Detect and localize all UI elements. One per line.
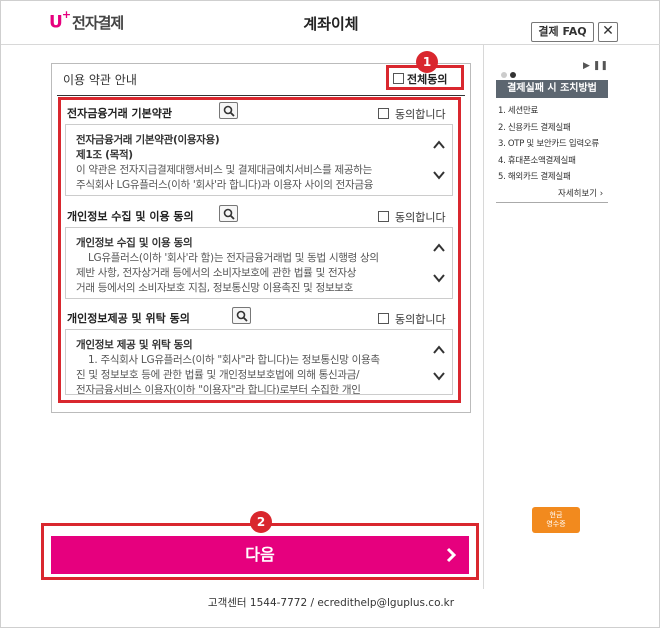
carousel-dot-active[interactable] [510, 72, 516, 78]
agree-label: 동의합니다 [395, 211, 446, 224]
content-line: 거래 등에서의 소비자보호 지침, 정보통신망 이용촉진 및 정보보호 [76, 282, 354, 294]
content-line: 주식회사 LG유플러스(이하 '회사'라 합니다)과 이용자 사이의 전자금융 [76, 179, 374, 191]
close-button[interactable]: ✕ [598, 22, 618, 42]
all-agree-checkbox[interactable]: 전체동의 [393, 71, 447, 87]
checkbox-icon[interactable] [378, 108, 389, 119]
terms-content-electronic-finance[interactable]: 전자금융거래 기본약관(이용자용) 제1조 (목적) 이 약관은 전자지급결제대… [65, 124, 453, 196]
view-terms-button[interactable] [232, 307, 251, 324]
term-title-electronic-finance: 전자금융거래 기본약관 [67, 107, 173, 120]
checkbox-icon[interactable] [378, 211, 389, 222]
step-badge-1: 1 [416, 51, 438, 73]
receipt-label: 영수증 [546, 520, 566, 528]
payment-window: U+ 전자결제 계좌이체 결제 FAQ ✕ 이용 약관 안내 1 전체동의 전자금… [0, 0, 660, 628]
content-line: 이 약관은 전자지급결제대행서비스 및 결제대금예치서비스를 제공하는 [76, 164, 372, 176]
content-line: 개인정보 제공 및 위탁 동의 [76, 339, 193, 351]
sidebar-item[interactable]: 1. 세션만료 [498, 103, 599, 120]
agree-checkbox-electronic-finance[interactable]: 동의합니다 [378, 106, 446, 122]
scroll-down-icon[interactable] [432, 370, 446, 382]
sidebar-item[interactable]: 2. 신용카드 결제실패 [498, 120, 599, 137]
view-terms-button[interactable] [219, 102, 238, 119]
sidebar-item[interactable]: 3. OTP 및 보안카드 입력오류 [498, 136, 599, 153]
content-line: 전자금융서비스 이용자(이하 "이용자"라 합니다)로부터 수집한 개인 [76, 384, 361, 395]
content-line: 제반 사항, 전자상거래 등에서의 소비자보호에 관한 법률 및 전자상 [76, 267, 357, 279]
terms-content-privacy-collection[interactable]: 개인정보 수집 및 이용 동의 LG유플러스(이하 '회사'라 함)는 전자금융… [65, 227, 453, 299]
step-badge-2: 2 [250, 511, 272, 533]
column-divider [483, 45, 484, 589]
content-line: 제1조 (목적) [76, 149, 133, 161]
sidebar-list: 1. 세션만료 2. 신용카드 결제실패 3. OTP 및 보안카드 입력오류 … [498, 103, 599, 186]
header: U+ 전자결제 계좌이체 결제 FAQ ✕ [1, 1, 660, 45]
sidebar-heading: 결제실패 시 조치방법 [496, 80, 608, 98]
search-icon [223, 208, 235, 220]
content-line: LG유플러스(이하 '회사'라 함)는 전자금융거래법 및 동법 시행령 상의 [88, 252, 379, 264]
receipt-label: 현금 [549, 511, 563, 519]
terms-content-privacy-provision[interactable]: 개인정보 제공 및 위탁 동의 1. 주식회사 LG유플러스(이하 "회사"라 … [65, 329, 453, 395]
agree-checkbox-privacy-collection[interactable]: 동의합니다 [378, 209, 446, 225]
term-title-privacy-provision: 개인정보제공 및 위탁 동의 [67, 312, 190, 325]
agree-label: 동의합니다 [395, 108, 446, 121]
divider [57, 95, 465, 96]
play-pause-icon[interactable]: ▶ ❚❚ [583, 61, 608, 71]
divider [496, 202, 608, 203]
customer-center-info: 고객센터 1544-7772 / ecredithelp@lguplus.co.… [207, 597, 455, 609]
all-agree-label: 전체동의 [407, 73, 448, 86]
content-line: 진 및 정보보호 등에 관한 법률 및 개인정보보호법에 의해 통신과금/ [76, 369, 360, 381]
content-line: 1. 주식회사 LG유플러스(이하 "회사"라 합니다)는 정보통신망 이용촉 [88, 354, 380, 366]
scroll-down-icon[interactable] [432, 272, 446, 284]
faq-button[interactable]: 결제 FAQ [531, 22, 594, 42]
agree-label: 동의합니다 [395, 313, 446, 326]
search-icon [236, 310, 248, 322]
scroll-up-icon[interactable] [432, 344, 446, 356]
next-button[interactable]: 다음 [51, 536, 469, 574]
chevron-right-icon [446, 547, 457, 563]
sidebar-item[interactable]: 5. 해외카드 결제실패 [498, 169, 599, 186]
content-line: 개인정보 수집 및 이용 동의 [76, 237, 193, 249]
checkbox-icon[interactable] [378, 313, 389, 324]
agree-checkbox-privacy-provision[interactable]: 동의합니다 [378, 311, 446, 327]
scroll-up-icon[interactable] [432, 139, 446, 151]
checkbox-icon[interactable] [393, 73, 404, 84]
close-icon: ✕ [602, 23, 614, 39]
terms-section-title: 이용 약관 안내 [63, 73, 137, 87]
next-button-label: 다음 [245, 545, 275, 564]
more-link[interactable]: 자세히보기 › [558, 187, 603, 199]
cash-receipt-icon[interactable]: 현금 영수증 [532, 507, 580, 533]
term-title-privacy-collection: 개인정보 수집 및 이용 동의 [67, 210, 194, 223]
search-icon [223, 105, 235, 117]
scroll-down-icon[interactable] [432, 169, 446, 181]
view-terms-button[interactable] [219, 205, 238, 222]
sidebar-item[interactable]: 4. 휴대폰소액결제실패 [498, 153, 599, 170]
scroll-up-icon[interactable] [432, 242, 446, 254]
content-line: 전자금융거래 기본약관(이용자용) [76, 134, 220, 146]
carousel-dot[interactable] [501, 72, 507, 78]
